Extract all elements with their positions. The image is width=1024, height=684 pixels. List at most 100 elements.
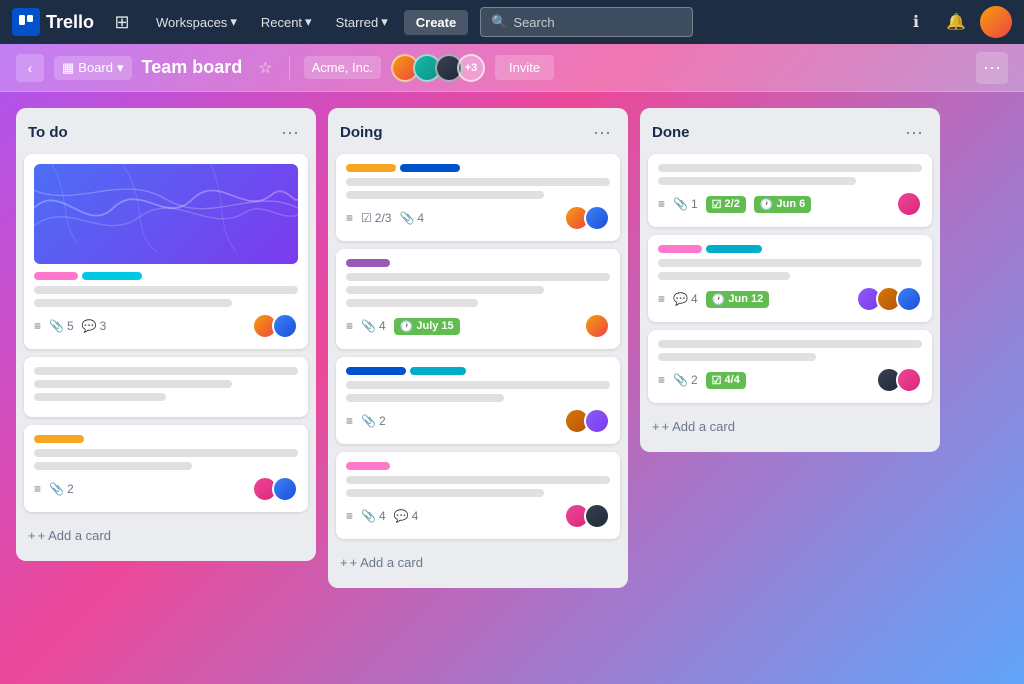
label-cyan <box>82 272 142 280</box>
card-text-line <box>658 272 790 280</box>
card-member-avatar[interactable] <box>272 313 298 339</box>
card-member-avatar[interactable] <box>272 476 298 502</box>
top-navigation: Trello ⊞ Workspaces ▾ Recent ▾ Starred ▾… <box>0 0 1024 44</box>
card-member-avatar[interactable] <box>896 367 922 393</box>
column-done-header: Done ··· <box>648 118 932 154</box>
column-todo-header: To do ··· <box>24 118 308 154</box>
todo-card-2[interactable] <box>24 357 308 417</box>
apps-grid-button[interactable]: ⊞ <box>106 6 138 38</box>
add-card-button[interactable]: + + Add a card <box>648 411 932 442</box>
column-done: Done ··· ≡ 📎 1 ☑ 2/2 <box>640 108 940 452</box>
card-text-line <box>346 299 478 307</box>
card-labels <box>346 462 610 470</box>
done-card-2[interactable]: ≡ 💬 4 🕐 Jun 12 <box>648 235 932 322</box>
search-label: Search <box>513 15 554 30</box>
clip-icon: 📎 <box>361 509 376 523</box>
card-member-avatar[interactable] <box>584 205 610 231</box>
card-content <box>346 273 610 307</box>
card-text-line <box>658 259 922 267</box>
label-teal <box>410 367 466 375</box>
list-icon: ≡ <box>346 509 353 523</box>
plus-icon: + <box>652 419 660 434</box>
card-text-line <box>346 178 610 186</box>
doing-card-3[interactable]: ≡ 📎 2 <box>336 357 620 444</box>
invite-button[interactable]: Invite <box>495 55 554 80</box>
card-members <box>252 313 298 339</box>
starred-button[interactable]: Starred ▾ <box>328 10 396 34</box>
sidebar-toggle-button[interactable]: ‹ <box>16 54 44 82</box>
add-card-button[interactable]: + + Add a card <box>24 520 308 551</box>
card-meta: ≡ 📎 2 ☑ 4/4 <box>658 372 868 389</box>
done-card-3[interactable]: ≡ 📎 2 ☑ 4/4 <box>648 330 932 403</box>
search-bar[interactable]: 🔍 Search <box>480 7 693 37</box>
card-members <box>252 476 298 502</box>
todo-card-3[interactable]: ≡ 📎 2 <box>24 425 308 512</box>
user-avatar[interactable] <box>980 6 1012 38</box>
card-content <box>34 367 298 401</box>
info-button[interactable]: ℹ <box>900 6 932 38</box>
star-board-button[interactable]: ☆ <box>256 56 274 80</box>
card-footer: ≡ 📎 1 ☑ 2/2 🕐 Jun 6 <box>658 191 922 217</box>
checklist-count: ☑ 2/3 <box>361 211 391 225</box>
app-logo[interactable]: Trello <box>12 8 94 36</box>
column-doing: Doing ··· ≡ ☑ 2/3 � <box>328 108 628 588</box>
column-doing-title: Doing <box>340 124 383 141</box>
checklist-badge: ☑ 2/2 <box>706 196 746 213</box>
card-member-avatar[interactable] <box>584 408 610 434</box>
comment-icon: 💬 <box>82 319 97 333</box>
create-button[interactable]: Create <box>404 10 468 35</box>
board-header: ‹ ▦ Board ▾ Team board ☆ Acme, Inc. +3 I… <box>0 44 1024 92</box>
attachments-count: 📎 4 <box>361 319 386 333</box>
card-member-avatar[interactable] <box>584 313 610 339</box>
card-member-avatar[interactable] <box>896 191 922 217</box>
notifications-button[interactable]: 🔔 <box>940 6 972 38</box>
chevron-down-icon: ▾ <box>305 14 312 30</box>
add-card-button[interactable]: + + Add a card <box>336 547 620 578</box>
workspace-button[interactable]: Acme, Inc. <box>304 56 381 79</box>
doing-card-1[interactable]: ≡ ☑ 2/3 📎 4 <box>336 154 620 241</box>
list-icon: ≡ <box>658 373 665 387</box>
card-member-avatar[interactable] <box>896 286 922 312</box>
list-icon: ≡ <box>346 211 353 225</box>
card-meta: ≡ 📎 5 💬 3 <box>34 319 244 333</box>
attachments-count: 📎 2 <box>49 482 74 496</box>
card-labels <box>346 164 610 172</box>
clock-icon: 🕐 <box>712 293 726 306</box>
card-members <box>584 313 610 339</box>
card-member-avatar[interactable] <box>584 503 610 529</box>
doing-card-2[interactable]: ≡ 📎 4 🕐 July 15 <box>336 249 620 349</box>
checklist-badge: ☑ 4/4 <box>706 372 746 389</box>
attachments-count: 📎 5 <box>49 319 74 333</box>
todo-card-1[interactable]: ≡ 📎 5 💬 3 <box>24 154 308 349</box>
card-members <box>564 503 610 529</box>
card-footer: ≡ 📎 5 💬 3 <box>34 313 298 339</box>
card-meta: ≡ ☑ 2/3 📎 4 <box>346 211 556 225</box>
doing-card-4[interactable]: ≡ 📎 4 💬 4 <box>336 452 620 539</box>
done-card-1[interactable]: ≡ 📎 1 ☑ 2/2 🕐 Jun 6 <box>648 154 932 227</box>
column-doing-menu-button[interactable]: ··· <box>588 118 616 146</box>
chevron-down-icon: ▾ <box>230 14 237 30</box>
list-icon: ≡ <box>346 414 353 428</box>
board-view-icon: ▦ <box>62 60 74 76</box>
board-view-button[interactable]: ▦ Board ▾ <box>54 56 132 80</box>
clip-icon: 📎 <box>673 373 688 387</box>
column-todo-menu-button[interactable]: ··· <box>276 118 304 146</box>
workspaces-button[interactable]: Workspaces ▾ <box>148 10 245 34</box>
board-more-button[interactable]: ··· <box>976 52 1008 84</box>
card-meta: ≡ 📎 2 <box>346 414 556 428</box>
list-icon: ≡ <box>658 292 665 306</box>
card-text-line <box>34 367 298 375</box>
label-yellow <box>34 435 84 443</box>
card-text-line <box>346 381 610 389</box>
recent-button[interactable]: Recent ▾ <box>253 10 320 34</box>
comments-count: 💬 3 <box>82 319 107 333</box>
card-text-line <box>346 273 610 281</box>
column-done-menu-button[interactable]: ··· <box>900 118 928 146</box>
card-labels <box>34 272 298 280</box>
board-canvas: To do ··· <box>0 92 1024 684</box>
column-todo: To do ··· <box>16 108 316 561</box>
card-cover-image <box>34 164 298 264</box>
card-content <box>658 164 922 185</box>
card-labels <box>34 435 298 443</box>
extra-members-count[interactable]: +3 <box>457 54 485 82</box>
